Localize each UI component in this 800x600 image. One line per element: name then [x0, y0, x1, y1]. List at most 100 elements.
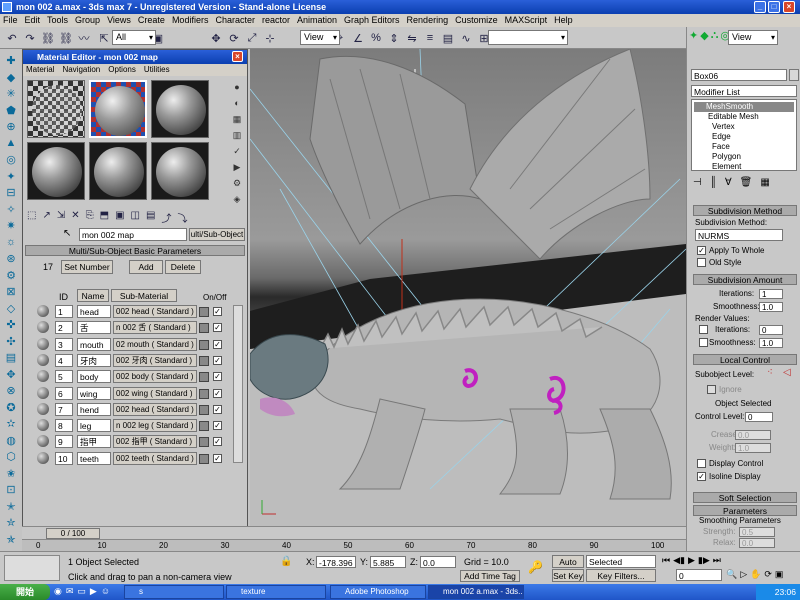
- render-view-dropdown[interactable]: View: [728, 30, 778, 45]
- left-tool-16-icon[interactable]: ◇: [3, 301, 19, 316]
- left-tool-4-icon[interactable]: ⬟: [3, 103, 19, 118]
- sub-material-name[interactable]: head: [77, 305, 111, 318]
- pivot-icon[interactable]: ⊹: [262, 30, 278, 46]
- col-name-header[interactable]: Name: [77, 289, 109, 302]
- menu-11[interactable]: Rendering: [407, 14, 449, 27]
- left-tool-19-icon[interactable]: ▤: [3, 350, 19, 365]
- col-submat-header[interactable]: Sub-Material: [111, 289, 177, 302]
- previous-frame-icon[interactable]: ◀▮: [673, 555, 685, 568]
- go-forward-sibling-icon[interactable]: ⤵: [177, 210, 187, 225]
- maxscript-listener[interactable]: [4, 555, 60, 581]
- material-menu-2[interactable]: Options: [108, 64, 136, 76]
- iterations-spinner[interactable]: 1: [759, 289, 783, 299]
- delete-button[interactable]: Delete: [165, 260, 201, 274]
- stack-item-editable-mesh[interactable]: Editable Mesh: [696, 112, 780, 122]
- stack-item-polygon[interactable]: Polygon: [710, 152, 794, 162]
- render-smoothness-checkbox[interactable]: [699, 338, 708, 347]
- sub-material-button[interactable]: 002 teeth ( Standard ): [113, 451, 197, 465]
- taskbar-item-2[interactable]: Adobe Photoshop: [330, 585, 426, 599]
- auto-key-button[interactable]: Auto Key: [552, 555, 584, 579]
- background-icon[interactable]: ▦: [230, 112, 244, 126]
- smoothness-spinner[interactable]: 1.0: [759, 302, 783, 312]
- key-filters-button[interactable]: Key Filters...: [586, 569, 656, 582]
- sub-material-color-swatch[interactable]: [199, 453, 209, 464]
- maximize-viewport-icon[interactable]: ▣: [775, 569, 784, 582]
- curve-editor-icon[interactable]: ∿: [458, 30, 474, 46]
- sub-material-name[interactable]: 舌: [77, 321, 111, 335]
- left-tool-13-icon[interactable]: ⊛: [3, 251, 19, 266]
- perspective-viewport[interactable]: [250, 49, 686, 526]
- sub-material-color-swatch[interactable]: [199, 421, 209, 432]
- sub-material-button[interactable]: n 002 leg ( Standard ): [113, 419, 197, 433]
- arc-rotate-icon[interactable]: ⟳: [764, 569, 772, 582]
- sub-material-onoff-checkbox[interactable]: ✓: [213, 355, 222, 365]
- create-tab-icon[interactable]: ✦: [689, 29, 698, 49]
- left-tool-28-icon[interactable]: ✭: [3, 499, 19, 514]
- play-icon[interactable]: ▶: [688, 555, 695, 568]
- left-tool-17-icon[interactable]: ✜: [3, 317, 19, 332]
- key-mode-dropdown[interactable]: Selected: [586, 555, 656, 568]
- left-tool-7-icon[interactable]: ◎: [3, 152, 19, 167]
- left-tool-27-icon[interactable]: ⊡: [3, 482, 19, 497]
- left-tool-5-icon[interactable]: ⊕: [3, 119, 19, 134]
- track-bar[interactable]: 0 10 20 30 40 50 60 70 80 90 100: [22, 539, 686, 551]
- selection-filter-dropdown[interactable]: All: [112, 30, 156, 45]
- pan-hand-icon[interactable]: ✋: [750, 569, 761, 582]
- sub-material-onoff-checkbox[interactable]: ✓: [213, 372, 222, 382]
- sub-material-onoff-checkbox[interactable]: ✓: [213, 421, 222, 431]
- sub-material-onoff-checkbox[interactable]: ✓: [213, 339, 222, 349]
- taskbar-item-1[interactable]: texture: [226, 585, 326, 599]
- uv-tiling-icon[interactable]: ▥: [230, 128, 244, 142]
- stack-item-face[interactable]: Face: [710, 142, 794, 152]
- modifier-list-dropdown[interactable]: Modifier List: [691, 85, 797, 97]
- isoline-display-checkbox[interactable]: ✓: [697, 472, 706, 481]
- modify-tab-icon[interactable]: ◆: [700, 29, 708, 49]
- remove-modifier-icon[interactable]: 🗑: [740, 177, 753, 191]
- select-scale-icon[interactable]: ⤢: [244, 30, 260, 46]
- sub-material-button[interactable]: 002 牙肉 ( Standard ): [113, 353, 197, 367]
- assign-material-icon[interactable]: ⇲: [57, 210, 65, 224]
- configure-sets-icon[interactable]: ▦: [760, 177, 769, 191]
- show-end-result-toggle-icon[interactable]: ║: [710, 177, 717, 191]
- angle-snap-icon[interactable]: ∠: [350, 30, 366, 46]
- left-tool-9-icon[interactable]: ⊟: [3, 185, 19, 200]
- material-type-button[interactable]: ulti/Sub-Object: [189, 228, 245, 241]
- sub-material-button[interactable]: 002 指甲 ( Standard ): [113, 435, 197, 449]
- taskbar-item-0[interactable]: s: [124, 585, 224, 599]
- sample-slot-3[interactable]: [151, 80, 209, 138]
- taskbar-item-3[interactable]: mon 002 a.max - 3ds...: [428, 585, 524, 599]
- video-color-check-icon[interactable]: ✓: [230, 144, 244, 158]
- bind-space-warp-icon[interactable]: 〰: [76, 30, 92, 46]
- sub-material-onoff-checkbox[interactable]: ✓: [213, 307, 222, 316]
- sub-material-button[interactable]: 02 mouth ( Standard ): [113, 337, 197, 351]
- select-rotate-icon[interactable]: ⟳: [226, 30, 242, 46]
- material-editor-close-button[interactable]: ×: [232, 51, 243, 62]
- go-to-parent-icon[interactable]: ⤴: [161, 210, 171, 225]
- set-key-mode-icon[interactable]: 🔑: [528, 560, 543, 574]
- backlight-icon[interactable]: ◐: [230, 96, 244, 110]
- material-menu-1[interactable]: Navigation: [62, 64, 100, 76]
- put-to-library-icon[interactable]: ⬒: [100, 210, 109, 224]
- left-tool-22-icon[interactable]: ✪: [3, 400, 19, 415]
- material-effects-icon[interactable]: ▣: [115, 210, 124, 224]
- layer-manager-icon[interactable]: ▤: [440, 30, 456, 46]
- sub-material-name[interactable]: mouth: [77, 337, 111, 351]
- sub-material-color-swatch[interactable]: [199, 372, 209, 383]
- left-tool-2-icon[interactable]: ◆: [3, 70, 19, 85]
- menu-12[interactable]: Customize: [455, 14, 498, 27]
- sub-material-color-swatch[interactable]: [199, 404, 209, 415]
- multi-sub-object-rollout[interactable]: Multi/Sub-Object Basic Parameters: [25, 245, 245, 256]
- stack-item-vertex[interactable]: Vertex: [710, 122, 794, 132]
- render-iterations-spinner[interactable]: 0: [759, 325, 783, 335]
- go-to-end-icon[interactable]: ⏭: [713, 555, 721, 568]
- x-coordinate-field[interactable]: -178.396: [316, 556, 356, 568]
- left-tool-18-icon[interactable]: ✣: [3, 334, 19, 349]
- stack-item-element[interactable]: Element: [710, 162, 794, 172]
- sample-slot-1[interactable]: [27, 80, 85, 138]
- sub-material-name[interactable]: 牙肉: [77, 353, 111, 367]
- display-control-checkbox[interactable]: [697, 459, 706, 468]
- messenger-icon[interactable]: ☺: [101, 586, 110, 598]
- sub-material-onoff-checkbox[interactable]: ✓: [213, 453, 222, 463]
- subdivision-method-dropdown[interactable]: NURMS: [695, 229, 783, 241]
- menu-13[interactable]: MAXScript: [505, 14, 548, 27]
